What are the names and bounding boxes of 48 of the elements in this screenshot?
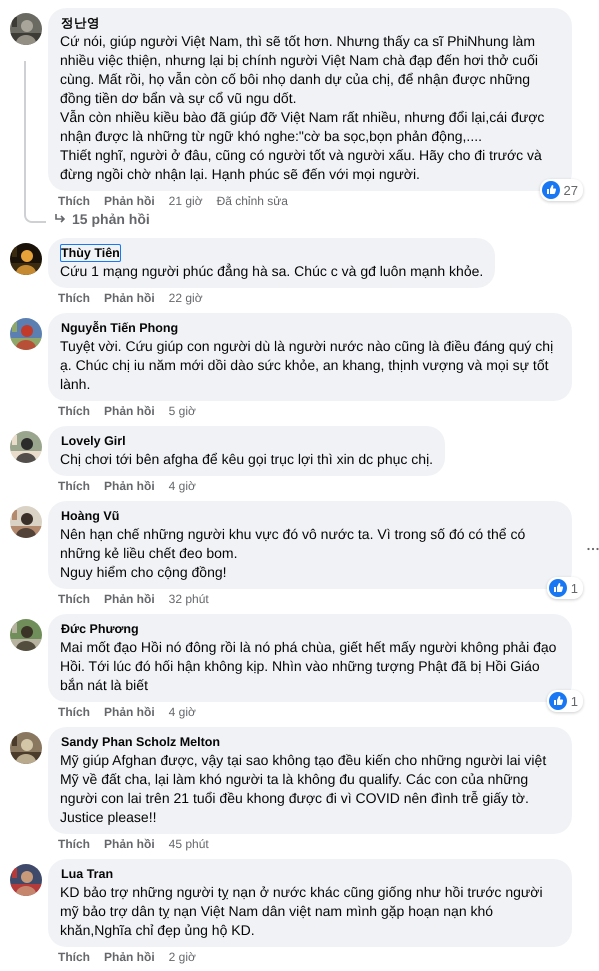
comment-text: Chị chơi tới bên afgha để kêu gọi trục lợi thì xin dc phục chị. (60, 450, 434, 469)
like-link[interactable]: Thích (58, 950, 90, 967)
more-options-icon[interactable] (587, 547, 599, 551)
reply-link[interactable]: Phản hồi (104, 404, 155, 421)
edited-label: Đã chỉnh sửa (216, 194, 288, 210)
comment-time: 21 giờ (168, 194, 203, 210)
like-link[interactable]: Thích (58, 194, 90, 211)
like-link[interactable]: Thích (58, 479, 90, 496)
reply-link[interactable]: Phản hồi (104, 950, 155, 967)
comment-time: 5 giờ (168, 404, 196, 420)
comment-time: 4 giờ (168, 705, 196, 721)
comment-time: 2 giờ (168, 950, 196, 966)
like-link[interactable]: Thích (58, 404, 90, 421)
reply-link[interactable]: Phản hồi (104, 194, 155, 211)
reaction-badge[interactable]: 1 (546, 577, 583, 599)
author-name[interactable]: Lua Tran (60, 865, 114, 883)
comment-time: 32 phút (168, 592, 209, 608)
author-name[interactable]: Sandy Phan Scholz Melton (60, 733, 222, 751)
comment-text: Mỹ giúp Afghan được, vậy tại sao không tạo đều kiến cho những người lai việt Mỹ về đất cha, lại làm khó người ta là không đu qualify. Các con của những người con lai trên 21 tuổi đều khong được đi vì COVID nên đình trễ giấy tờ. Justice please!! (60, 751, 548, 827)
reaction-badge[interactable]: 1 (546, 690, 583, 712)
reply-arrow-icon (54, 213, 66, 225)
comment-time: 22 giờ (168, 291, 203, 307)
thumbs-up-icon (548, 692, 567, 710)
comment-text: Tuyệt vời. Cứu giúp con người dù là người nước nào cũng là điều đáng quý chị ạ. Chúc chị iu năm mới dồi dào sức khỏe, an khang, thịnh vượng và mọi sự tốt lành. (60, 337, 554, 394)
like-link[interactable]: Thích (58, 592, 90, 609)
comment-text: Cứu 1 mạng người phúc đẳng hà sa. Chúc c và gđ luôn mạnh khỏe. (60, 262, 484, 281)
reply-link[interactable]: Phản hồi (104, 592, 155, 609)
thumbs-up-icon (542, 181, 560, 199)
comment-time: 4 giờ (168, 479, 196, 495)
like-link[interactable]: Thích (58, 837, 90, 854)
author-name[interactable]: Lovely Girl (60, 432, 127, 450)
reply-link[interactable]: Phản hồi (104, 705, 155, 722)
comment-time: 45 phút (168, 837, 209, 853)
view-replies-link[interactable]: 15 phản hồi (54, 211, 150, 227)
author-name[interactable]: Đức Phương (60, 620, 140, 638)
author-name[interactable]: Hoàng Vũ (60, 507, 120, 525)
author-name[interactable]: Nguyễn Tiến Phong (60, 319, 180, 337)
comment-text: KD bảo trợ những người tỵ nạn ở nước khác cũng giống như hồi trước người mỹ bảo trợ dân tỵ nạn Việt Nam dân việt nam mình gặp hoạn nạn khó khăn,Nghĩa chỉ đẹp ủng hộ KD. (60, 883, 544, 940)
author-name[interactable]: 정난영 (60, 14, 101, 32)
like-link[interactable]: Thích (58, 291, 90, 308)
comment-text: Nên hạn chế những người khu vực đó vô nước ta. Vì trong số đó có thể có những kẻ liều chết đeo bom. Nguy hiểm cho cộng đồng! (60, 525, 526, 582)
reply-link[interactable]: Phản hồi (104, 479, 155, 496)
reply-link[interactable]: Phản hồi (104, 837, 155, 854)
reaction-badge[interactable]: 27 (540, 179, 583, 201)
author-name[interactable]: Thùy Tiên (60, 244, 121, 262)
reply-link[interactable]: Phản hồi (104, 291, 155, 308)
like-link[interactable]: Thích (58, 705, 90, 722)
thumbs-up-icon (548, 579, 567, 597)
